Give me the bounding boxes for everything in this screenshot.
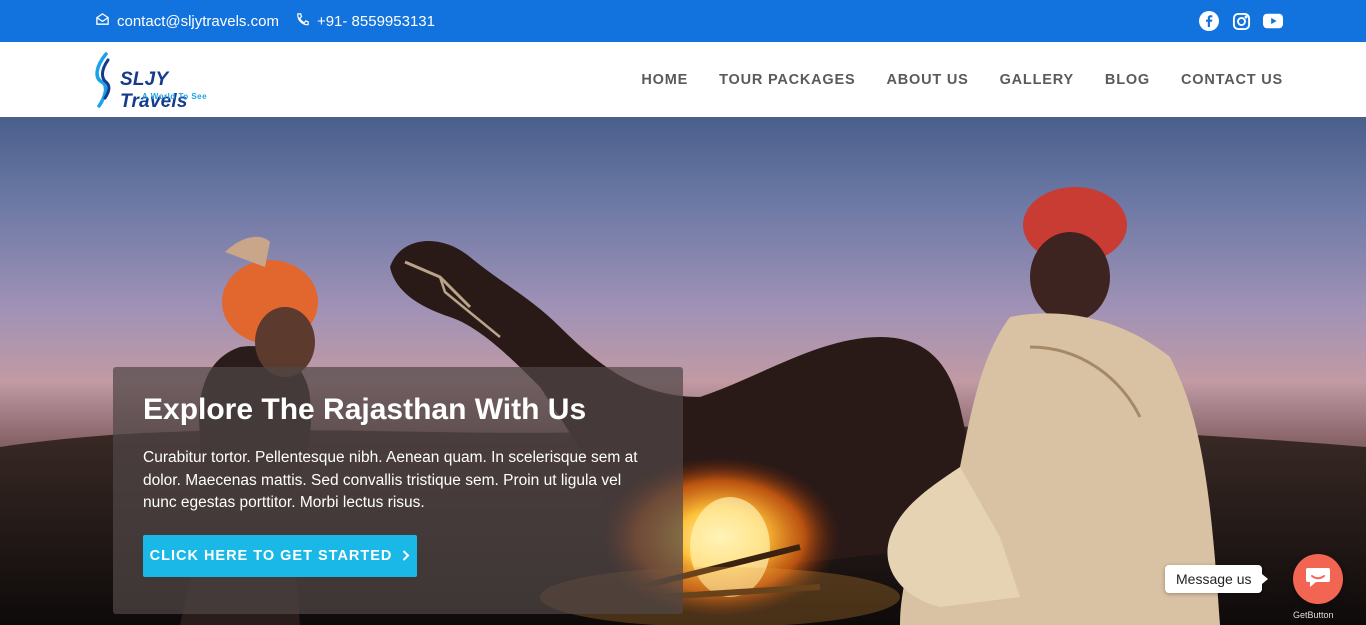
facebook-icon[interactable] bbox=[1199, 11, 1219, 31]
chat-icon bbox=[1304, 564, 1332, 595]
message-us-bubble[interactable]: Message us bbox=[1165, 565, 1270, 593]
chevron-right-icon bbox=[402, 548, 410, 564]
logo-name: SLJY Travels bbox=[120, 69, 188, 112]
phone-text: +91- 8559953131 bbox=[316, 12, 435, 30]
nav-about-us[interactable]: ABOUT US bbox=[886, 72, 968, 88]
phone-link[interactable]: +91- 8559953131 bbox=[295, 12, 435, 31]
nav-tour-packages[interactable]: TOUR PACKAGES bbox=[719, 72, 855, 88]
instagram-icon[interactable] bbox=[1231, 11, 1251, 31]
envelope-icon bbox=[95, 12, 110, 31]
email-text: contact@sljytravels.com bbox=[117, 12, 279, 30]
nav-contact-us[interactable]: CONTACT US bbox=[1181, 72, 1283, 88]
contact-info: contact@sljytravels.com +91- 8559953131 bbox=[95, 0, 435, 42]
nav-gallery[interactable]: GALLERY bbox=[1000, 72, 1074, 88]
hero-description: Curabitur tortor. Pellentesque nibh. Aen… bbox=[143, 449, 638, 511]
logo-tagline: A World To See bbox=[142, 92, 208, 101]
top-bar: contact@sljytravels.com +91- 8559953131 bbox=[0, 0, 1366, 42]
nav-blog[interactable]: BLOG bbox=[1105, 72, 1150, 88]
youtube-icon[interactable] bbox=[1263, 11, 1283, 31]
get-started-button[interactable]: CLICK HERE TO GET STARTED bbox=[143, 535, 417, 577]
get-started-label: CLICK HERE TO GET STARTED bbox=[149, 548, 393, 564]
social-links bbox=[1199, 0, 1283, 42]
logo-mark-icon bbox=[95, 52, 111, 108]
nav-home[interactable]: HOME bbox=[641, 72, 688, 88]
site-header: SLJY Travels A World To See HOME TOUR PA… bbox=[0, 42, 1366, 117]
email-link[interactable]: contact@sljytravels.com bbox=[95, 12, 279, 31]
hero-banner: Explore The Rajasthan With Us Curabitur … bbox=[0, 117, 1366, 625]
chat-button[interactable] bbox=[1293, 554, 1343, 604]
hero-title: Explore The Rajasthan With Us bbox=[143, 393, 587, 426]
main-nav: HOME TOUR PACKAGES ABOUT US GALLERY BLOG… bbox=[641, 42, 1283, 117]
phone-icon bbox=[295, 12, 310, 31]
getbutton-credit[interactable]: GetButton bbox=[1293, 610, 1334, 620]
site-logo[interactable]: SLJY Travels A World To See bbox=[90, 52, 240, 112]
hero-card: Explore The Rajasthan With Us Curabitur … bbox=[113, 367, 683, 614]
